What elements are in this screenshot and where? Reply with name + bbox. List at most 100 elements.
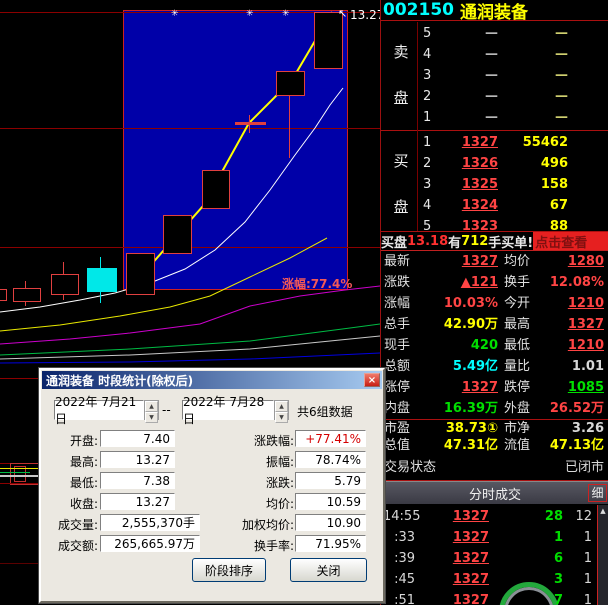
spinner-down-icon[interactable]: ▼ — [145, 412, 158, 423]
price[interactable]: 1324 — [462, 195, 498, 216]
date-to-field[interactable]: 2022年 7月28日 — [182, 400, 274, 420]
level: 3 — [423, 65, 431, 86]
trade-row: :51132771 — [381, 590, 608, 605]
trade-count: 1 — [584, 569, 592, 590]
stat-label: 均价 — [504, 251, 530, 272]
candle — [314, 12, 343, 69]
change-pct-field: +77.41% — [295, 430, 366, 447]
trade-time: :39 — [383, 548, 415, 569]
sell-row: 2—— — [381, 86, 608, 107]
date-to-value: 2022年 7月28日 — [183, 393, 273, 427]
stat-value: 5.49亿 — [453, 356, 498, 377]
field-value: 7.40 — [143, 432, 170, 446]
date-from-spinner[interactable]: ▲ ▼ — [144, 400, 159, 420]
stat-label: 涨停 — [384, 377, 410, 398]
stat-label: 跌停 — [504, 377, 530, 398]
quote-panel: 002150 通润装备 卖 盘 5—— 4—— 3—— 2—— 1—— 买 盘 … — [380, 0, 608, 605]
amplitude-field: 78.74% — [295, 451, 366, 468]
spinner-down-icon[interactable]: ▼ — [275, 412, 288, 423]
high-field: 13.27 — [100, 451, 175, 468]
stat-value: 47.31亿 — [444, 437, 498, 454]
trade-row: 14:5513272812 — [381, 506, 608, 527]
level: 4 — [423, 44, 431, 65]
price[interactable]: 1325 — [462, 174, 498, 195]
stat-label: 外盘 — [504, 398, 530, 419]
date-from-field[interactable]: 2022年 7月21日 — [54, 400, 144, 420]
ticker-mid: 有 — [448, 232, 461, 251]
volume: 158 — [541, 174, 568, 195]
stat-label: 市净 — [504, 420, 530, 437]
trade-count: 12 — [575, 506, 592, 527]
close-icon[interactable]: × — [364, 373, 380, 387]
close-button[interactable]: 关闭 — [290, 558, 367, 582]
high-pointer-icon: ↖ — [338, 7, 347, 20]
field-value: 13.27 — [136, 453, 170, 467]
time-sales-list: 14:5513272812 :33132711 :39132761 :45132… — [381, 506, 608, 605]
candle-wick — [289, 94, 290, 158]
stat-row: 总手42.90万最高1327 — [381, 314, 608, 335]
stat-label: 涨跌 — [384, 272, 410, 293]
stat-label: 总手 — [384, 314, 410, 335]
sell-row: 3—— — [381, 65, 608, 86]
price[interactable]: 1326 — [462, 153, 498, 174]
period-sort-button[interactable]: 阶段排序 — [192, 558, 266, 582]
field-value: 78.74% — [315, 453, 361, 467]
spinner-up-icon[interactable]: ▲ — [275, 401, 288, 412]
trade-time: :45 — [383, 569, 415, 590]
stat-value[interactable]: 1327 — [568, 314, 604, 335]
field-label: 成交量: — [41, 516, 98, 533]
stat-value[interactable]: 1210 — [568, 293, 604, 314]
stat-value[interactable]: ▲121 — [461, 272, 498, 293]
view-detail-link[interactable]: 点击查看 — [533, 232, 608, 251]
pane-divider — [0, 563, 39, 564]
scroll-up-icon[interactable]: ▲ — [598, 505, 608, 517]
group-count-label: 共6组数据 — [297, 403, 353, 420]
field-label: 加权均价: — [211, 516, 294, 533]
indicator-line — [0, 472, 30, 473]
stat-row: 最新 1327 均价 1280 — [381, 251, 608, 272]
stat-label: 最新 — [384, 251, 410, 272]
stock-title: 002150 通润装备 — [381, 0, 608, 21]
trade-time: :51 — [383, 590, 415, 605]
field-label: 涨跌: — [211, 474, 294, 491]
date-to-spinner[interactable]: ▲ ▼ — [274, 400, 289, 420]
volume-field: 2,555,370手 — [100, 514, 200, 531]
change-field: 5.79 — [295, 472, 366, 489]
candle — [13, 288, 41, 302]
price: — — [485, 44, 498, 65]
stat-value[interactable]: 1327 — [462, 377, 498, 398]
doji-candle — [235, 122, 266, 125]
event-marker-icon: ✳ — [171, 9, 179, 19]
stat-value: 420 — [471, 335, 498, 356]
stat-value: 1.01 — [572, 356, 604, 377]
trade-time: :33 — [383, 527, 415, 548]
level: 2 — [423, 86, 431, 107]
candle-down — [87, 268, 117, 292]
stat-value[interactable]: 1210 — [568, 335, 604, 356]
stat-label: 今开 — [504, 293, 530, 314]
volume: 67 — [550, 195, 568, 216]
stat-value[interactable]: 1085 — [568, 377, 604, 398]
scrollbar[interactable]: ▲ — [597, 505, 608, 605]
field-value: 10.59 — [327, 495, 361, 509]
stat-value[interactable]: 1280 — [568, 251, 604, 272]
candle — [163, 215, 192, 254]
stat-row: 涨跌▲121换手12.08% — [381, 272, 608, 293]
price[interactable]: 1327 — [462, 132, 498, 153]
spinner-up-icon[interactable]: ▲ — [145, 401, 158, 412]
field-label: 收盘: — [41, 495, 98, 512]
buy-row: 4132467 — [381, 195, 608, 216]
stat-label: 市盈 — [384, 420, 410, 437]
dialog-titlebar[interactable]: 通润装备 时段统计(除权后) × — [42, 371, 382, 389]
trade-status-row: 交易状态已闭市 — [381, 458, 608, 478]
event-marker-icon: ✳ — [246, 9, 254, 19]
stat-label: 涨幅 — [384, 293, 410, 314]
price: — — [485, 86, 498, 107]
trade-volume: 3 — [554, 569, 563, 590]
stat-value: 16.39万 — [444, 398, 498, 419]
stat-value[interactable]: 1327 — [462, 251, 498, 272]
ticker-suffix: 手买单! — [488, 232, 533, 251]
candle — [276, 71, 305, 96]
field-label: 成交额: — [41, 537, 98, 554]
detail-toggle[interactable]: 细 — [588, 484, 607, 502]
